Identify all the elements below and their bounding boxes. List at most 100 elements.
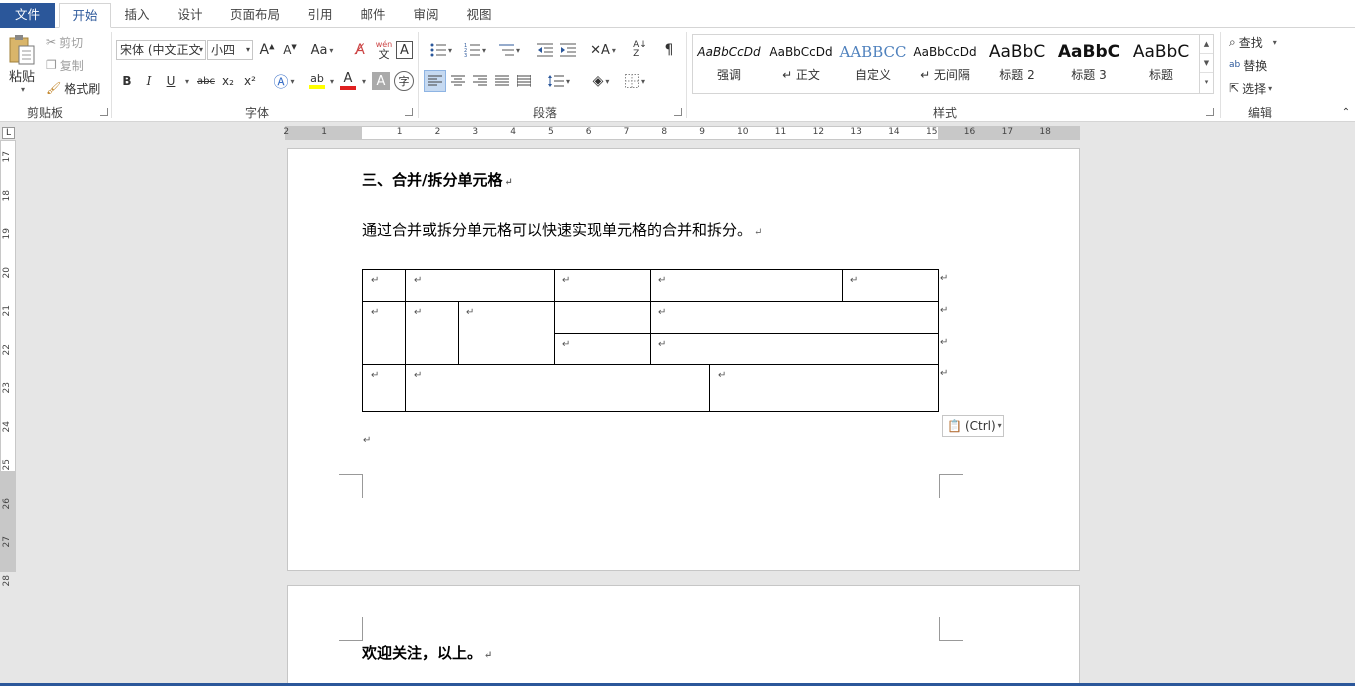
increase-indent-icon xyxy=(560,43,576,57)
cell-end-mark: ↵ xyxy=(466,307,475,318)
underline-dropdown[interactable]: ▾ xyxy=(180,72,192,90)
chevron-down-icon: ▾ xyxy=(198,45,203,54)
justify-button[interactable] xyxy=(492,70,512,92)
paste-options-button[interactable]: 📋 (Ctrl) ▾ xyxy=(942,415,1004,437)
font-launcher[interactable] xyxy=(405,108,413,116)
style-heading-3[interactable]: AaBbC 标题 3 xyxy=(1053,38,1125,90)
tab-references[interactable]: 引用 xyxy=(298,3,342,28)
text-effects-button[interactable]: Ⓐ ▾ xyxy=(272,72,296,91)
sort-button[interactable]: A↓ Z xyxy=(630,40,650,60)
section-heading[interactable]: 三、合并/拆分单元格 ↵ xyxy=(362,169,513,190)
tab-file[interactable]: 文件 xyxy=(0,3,55,28)
closing-paragraph[interactable]: 欢迎关注，以上。 ↵ xyxy=(362,642,492,663)
clipboard-launcher[interactable] xyxy=(100,108,108,116)
font-color-button[interactable]: A xyxy=(338,70,358,92)
chevron-up-icon: ⌃ xyxy=(1341,106,1351,118)
change-case-button[interactable]: Aa ▾ xyxy=(308,41,336,59)
cell-end-mark: ↵ xyxy=(371,275,380,286)
margin-corner-mark xyxy=(939,474,963,498)
grow-font-button[interactable]: A▲ xyxy=(258,41,276,59)
tab-home[interactable]: 开始 xyxy=(59,3,111,28)
increase-indent-button[interactable] xyxy=(558,41,578,59)
distributed-button[interactable] xyxy=(514,70,534,92)
font-name-combo[interactable]: 宋体 (中文正文 ▾ xyxy=(116,40,206,60)
font-size-combo[interactable]: 小四 ▾ xyxy=(207,40,253,60)
collapse-ribbon-button[interactable]: ⌃ xyxy=(1340,106,1352,118)
chevron-down-icon: ▾ xyxy=(640,76,645,86)
style-no-spacing[interactable]: AaBbCcDd ↵ 无间隔 xyxy=(909,38,981,90)
subscript-button[interactable]: x₂ xyxy=(220,72,236,90)
vertical-ruler[interactable]: 17 18 19 20 21 22 23 24 25 26 27 28 xyxy=(0,140,16,586)
tab-insert[interactable]: 插入 xyxy=(115,3,159,28)
borders-button[interactable]: ▾ xyxy=(620,70,650,92)
tab-mailings[interactable]: 邮件 xyxy=(351,3,395,28)
replace-button[interactable]: ab 替换 xyxy=(1229,56,1267,74)
select-button[interactable]: ⇱ 选择 ▾ xyxy=(1229,79,1272,97)
style-normal[interactable]: AaBbCcDd ↵ 正文 xyxy=(765,38,837,90)
tab-review[interactable]: 审阅 xyxy=(404,3,448,28)
merged-table[interactable] xyxy=(362,269,942,415)
tab-design[interactable]: 设计 xyxy=(168,3,212,28)
copy-button[interactable]: ❐ 复制 xyxy=(46,56,84,74)
clear-formatting-button[interactable]: A̸ xyxy=(351,41,369,59)
strikethrough-button[interactable]: abc xyxy=(196,72,216,90)
style-custom[interactable]: AABBCC 自定义 xyxy=(837,38,909,90)
line-spacing-button[interactable]: ▾ xyxy=(543,70,575,92)
paste-dropdown-icon[interactable]: ▾ xyxy=(21,85,25,94)
align-right-button[interactable] xyxy=(470,70,490,92)
body-paragraph[interactable]: 通过合并或拆分单元格可以快速实现单元格的合并和拆分。 ↵ xyxy=(362,219,762,240)
show-marks-button[interactable]: ¶ xyxy=(660,41,678,59)
ruler-number: 27 xyxy=(2,536,12,548)
align-center-button[interactable] xyxy=(448,70,468,92)
style-title[interactable]: AaBbC 标题 xyxy=(1125,38,1197,90)
clipboard-icon: 📋 xyxy=(947,419,962,433)
cut-button[interactable]: ✂ 剪切 xyxy=(46,33,83,51)
tab-layout[interactable]: 页面布局 xyxy=(222,3,288,28)
align-left-button[interactable] xyxy=(424,70,446,92)
chevron-down-icon: ▾ xyxy=(361,76,366,86)
document-area[interactable]: 三、合并/拆分单元格 ↵ 通过合并或拆分单元格可以快速实现单元格的合并和拆分。 ↵ xyxy=(20,140,1355,686)
underline-button[interactable]: U xyxy=(164,72,178,90)
gallery-down-button[interactable]: ▼ xyxy=(1200,54,1213,73)
bullets-button[interactable]: ▾ xyxy=(426,41,456,59)
find-button[interactable]: ⌕ 查找 ▾ xyxy=(1229,33,1277,51)
superscript-button[interactable]: x² xyxy=(242,72,258,90)
horizontal-ruler[interactable]: 2 1 1 2 3 4 5 6 7 8 9 10 11 12 13 14 15 16 17 18 xyxy=(283,126,1080,140)
highlight-dropdown[interactable]: ▾ xyxy=(326,72,336,90)
style-heading-2[interactable]: AaBbC 标题 2 xyxy=(981,38,1053,90)
gallery-up-button[interactable]: ▲ xyxy=(1200,35,1213,54)
styles-gallery: AaBbCcDd 强调 AaBbCcDd ↵ 正文 AABBCC 自定义 AaB… xyxy=(692,34,1214,94)
chinese-layout-button[interactable]: ✕A ▾ xyxy=(588,41,618,59)
style-emphasis[interactable]: AaBbCcDd 强调 xyxy=(693,38,765,90)
tab-selector[interactable]: L xyxy=(2,127,15,139)
shading-button[interactable]: ◈ ▾ xyxy=(586,70,616,92)
paste-button[interactable]: 粘贴 ▾ xyxy=(6,34,38,94)
gallery-more-button[interactable]: ▾ xyxy=(1200,73,1213,92)
chevron-down-icon: ▾ xyxy=(184,76,189,86)
character-border-button[interactable]: A xyxy=(396,41,413,59)
tab-view[interactable]: 视图 xyxy=(457,3,501,28)
format-painter-button[interactable]: 🖌 格式刷 xyxy=(46,79,100,97)
font-color-dropdown[interactable]: ▾ xyxy=(358,72,368,90)
chevron-down-icon: ▾ xyxy=(481,45,486,55)
multilevel-list-button[interactable]: ▾ xyxy=(494,41,524,59)
enclose-characters-button[interactable]: 字 xyxy=(394,71,414,91)
shrink-font-button[interactable]: A▼ xyxy=(281,41,299,59)
ruler-number: 6 xyxy=(585,127,592,137)
word-window: 文件 开始 插入 设计 页面布局 引用 邮件 审阅 视图 粘贴 ▾ ✂ 剪切 ❐… xyxy=(0,0,1355,686)
bold-button[interactable]: B xyxy=(120,72,134,90)
ribbon-home: 粘贴 ▾ ✂ 剪切 ❐ 复制 🖌 格式刷 剪贴板 宋体 (中文正文 ▾ 小四 ▾… xyxy=(0,28,1355,122)
styles-launcher[interactable] xyxy=(1206,108,1214,116)
ruler-number: 2 xyxy=(434,127,441,137)
decrease-indent-button[interactable] xyxy=(535,41,555,59)
phonetic-guide-button[interactable]: wén 文 xyxy=(374,39,394,61)
character-shading-button[interactable]: A xyxy=(372,72,390,90)
numbering-button[interactable]: 123 ▾ xyxy=(460,41,490,59)
chinese-layout-icon: ✕A xyxy=(590,42,610,58)
ruler-number: 18 xyxy=(2,189,12,201)
paragraph-launcher[interactable] xyxy=(674,108,682,116)
shading-icon: A xyxy=(376,73,386,89)
ruler-number: 9 xyxy=(699,127,705,137)
italic-button[interactable]: I xyxy=(142,72,156,90)
bullet-list-icon xyxy=(430,43,446,57)
